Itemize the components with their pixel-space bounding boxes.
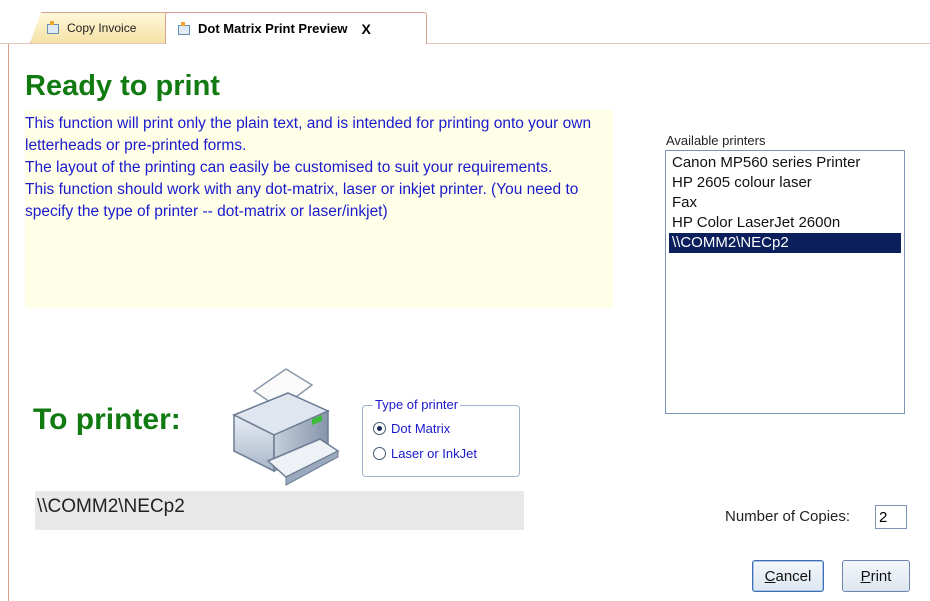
tab-strip: Copy Invoice Dot Matrix Print Preview X bbox=[0, 0, 930, 44]
close-icon[interactable]: X bbox=[362, 21, 371, 37]
description-panel: This function will print only the plain … bbox=[25, 110, 613, 308]
cancel-button[interactable]: Cancel bbox=[752, 560, 824, 592]
description-line: This function should work with any dot-m… bbox=[25, 181, 579, 220]
printer-list-item[interactable]: HP Color LaserJet 2600n bbox=[669, 213, 901, 233]
printer-list-item-selected[interactable]: \\COMM2\NECp2 bbox=[669, 233, 901, 253]
tab-dot-matrix-print-preview[interactable]: Dot Matrix Print Preview X bbox=[165, 12, 427, 44]
tab-copy-invoice[interactable]: Copy Invoice bbox=[30, 12, 170, 43]
printer-list-item[interactable]: Canon MP560 series Printer bbox=[669, 153, 901, 173]
radio-laser-inkjet[interactable]: Laser or InkJet bbox=[373, 446, 477, 461]
radio-button-checked[interactable] bbox=[373, 422, 386, 435]
description-line: This function will print only the plain … bbox=[25, 115, 592, 154]
available-printers-label: Available printers bbox=[666, 133, 766, 148]
radio-label: Laser or InkJet bbox=[391, 446, 477, 461]
radio-button[interactable] bbox=[373, 447, 386, 460]
print-label: rint bbox=[870, 567, 892, 585]
description-line: The layout of the printing can easily be… bbox=[25, 159, 553, 176]
frame-border bbox=[8, 44, 9, 601]
printer-icon bbox=[232, 368, 340, 486]
printer-type-legend: Type of printer bbox=[373, 397, 461, 412]
page-title: Ready to print bbox=[25, 70, 220, 102]
tab-label: Dot Matrix Print Preview bbox=[198, 21, 348, 36]
cancel-label: ancel bbox=[775, 567, 812, 585]
cancel-accelerator: C bbox=[764, 567, 776, 585]
radio-dot-matrix[interactable]: Dot Matrix bbox=[373, 421, 450, 436]
printers-listbox[interactable]: Canon MP560 series Printer HP 2605 colou… bbox=[665, 150, 905, 414]
selected-printer-display: \\COMM2\NECp2 bbox=[35, 491, 524, 530]
document-icon bbox=[176, 21, 192, 36]
print-accelerator: P bbox=[860, 567, 871, 585]
copies-label: Number of Copies: bbox=[725, 508, 851, 525]
radio-label: Dot Matrix bbox=[391, 421, 451, 436]
tab-label: Copy Invoice bbox=[67, 21, 137, 35]
printer-list-item[interactable]: HP 2605 colour laser bbox=[669, 173, 901, 193]
document-icon bbox=[45, 21, 61, 35]
to-printer-label: To printer: bbox=[33, 403, 181, 436]
copies-input[interactable] bbox=[875, 505, 907, 529]
printer-list-item[interactable]: Fax bbox=[669, 193, 901, 213]
printer-type-group: Type of printer Dot Matrix Laser or InkJ… bbox=[362, 397, 520, 477]
print-button[interactable]: Print bbox=[842, 560, 910, 592]
